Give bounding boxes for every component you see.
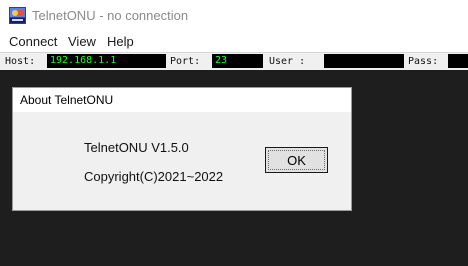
dialog-title-bar: About TelnetONU (13, 88, 351, 112)
host-field[interactable]: 192.168.1.1 (47, 54, 166, 68)
about-dialog: About TelnetONU TelnetONU V1.5.0 Copyrig… (12, 87, 352, 211)
title-bar: TelnetONU - no connection (0, 0, 468, 32)
pass-label: Pass: (408, 56, 439, 67)
copyright-text: Copyright(C)2021~2022 (84, 169, 224, 184)
connection-bar: Host: 192.168.1.1 Port: 23 User : Pass: (0, 53, 468, 70)
menu-help[interactable]: Help (107, 34, 134, 49)
user-field[interactable] (324, 54, 404, 68)
host-label: Host: (5, 56, 36, 67)
telnet-app-icon (9, 7, 26, 24)
user-label: User : (269, 56, 306, 67)
ok-button[interactable]: OK (265, 147, 328, 173)
pass-field[interactable] (448, 54, 468, 68)
port-label: Port: (170, 56, 201, 67)
menu-connect[interactable]: Connect (9, 34, 57, 49)
menu-bar: Connect View Help (0, 32, 468, 52)
port-field[interactable]: 23 (212, 54, 263, 68)
menu-view[interactable]: View (68, 34, 96, 49)
version-text: TelnetONU V1.5.0 (84, 140, 189, 155)
dialog-title: About TelnetONU (20, 93, 114, 107)
window-title: TelnetONU - no connection (32, 8, 189, 23)
